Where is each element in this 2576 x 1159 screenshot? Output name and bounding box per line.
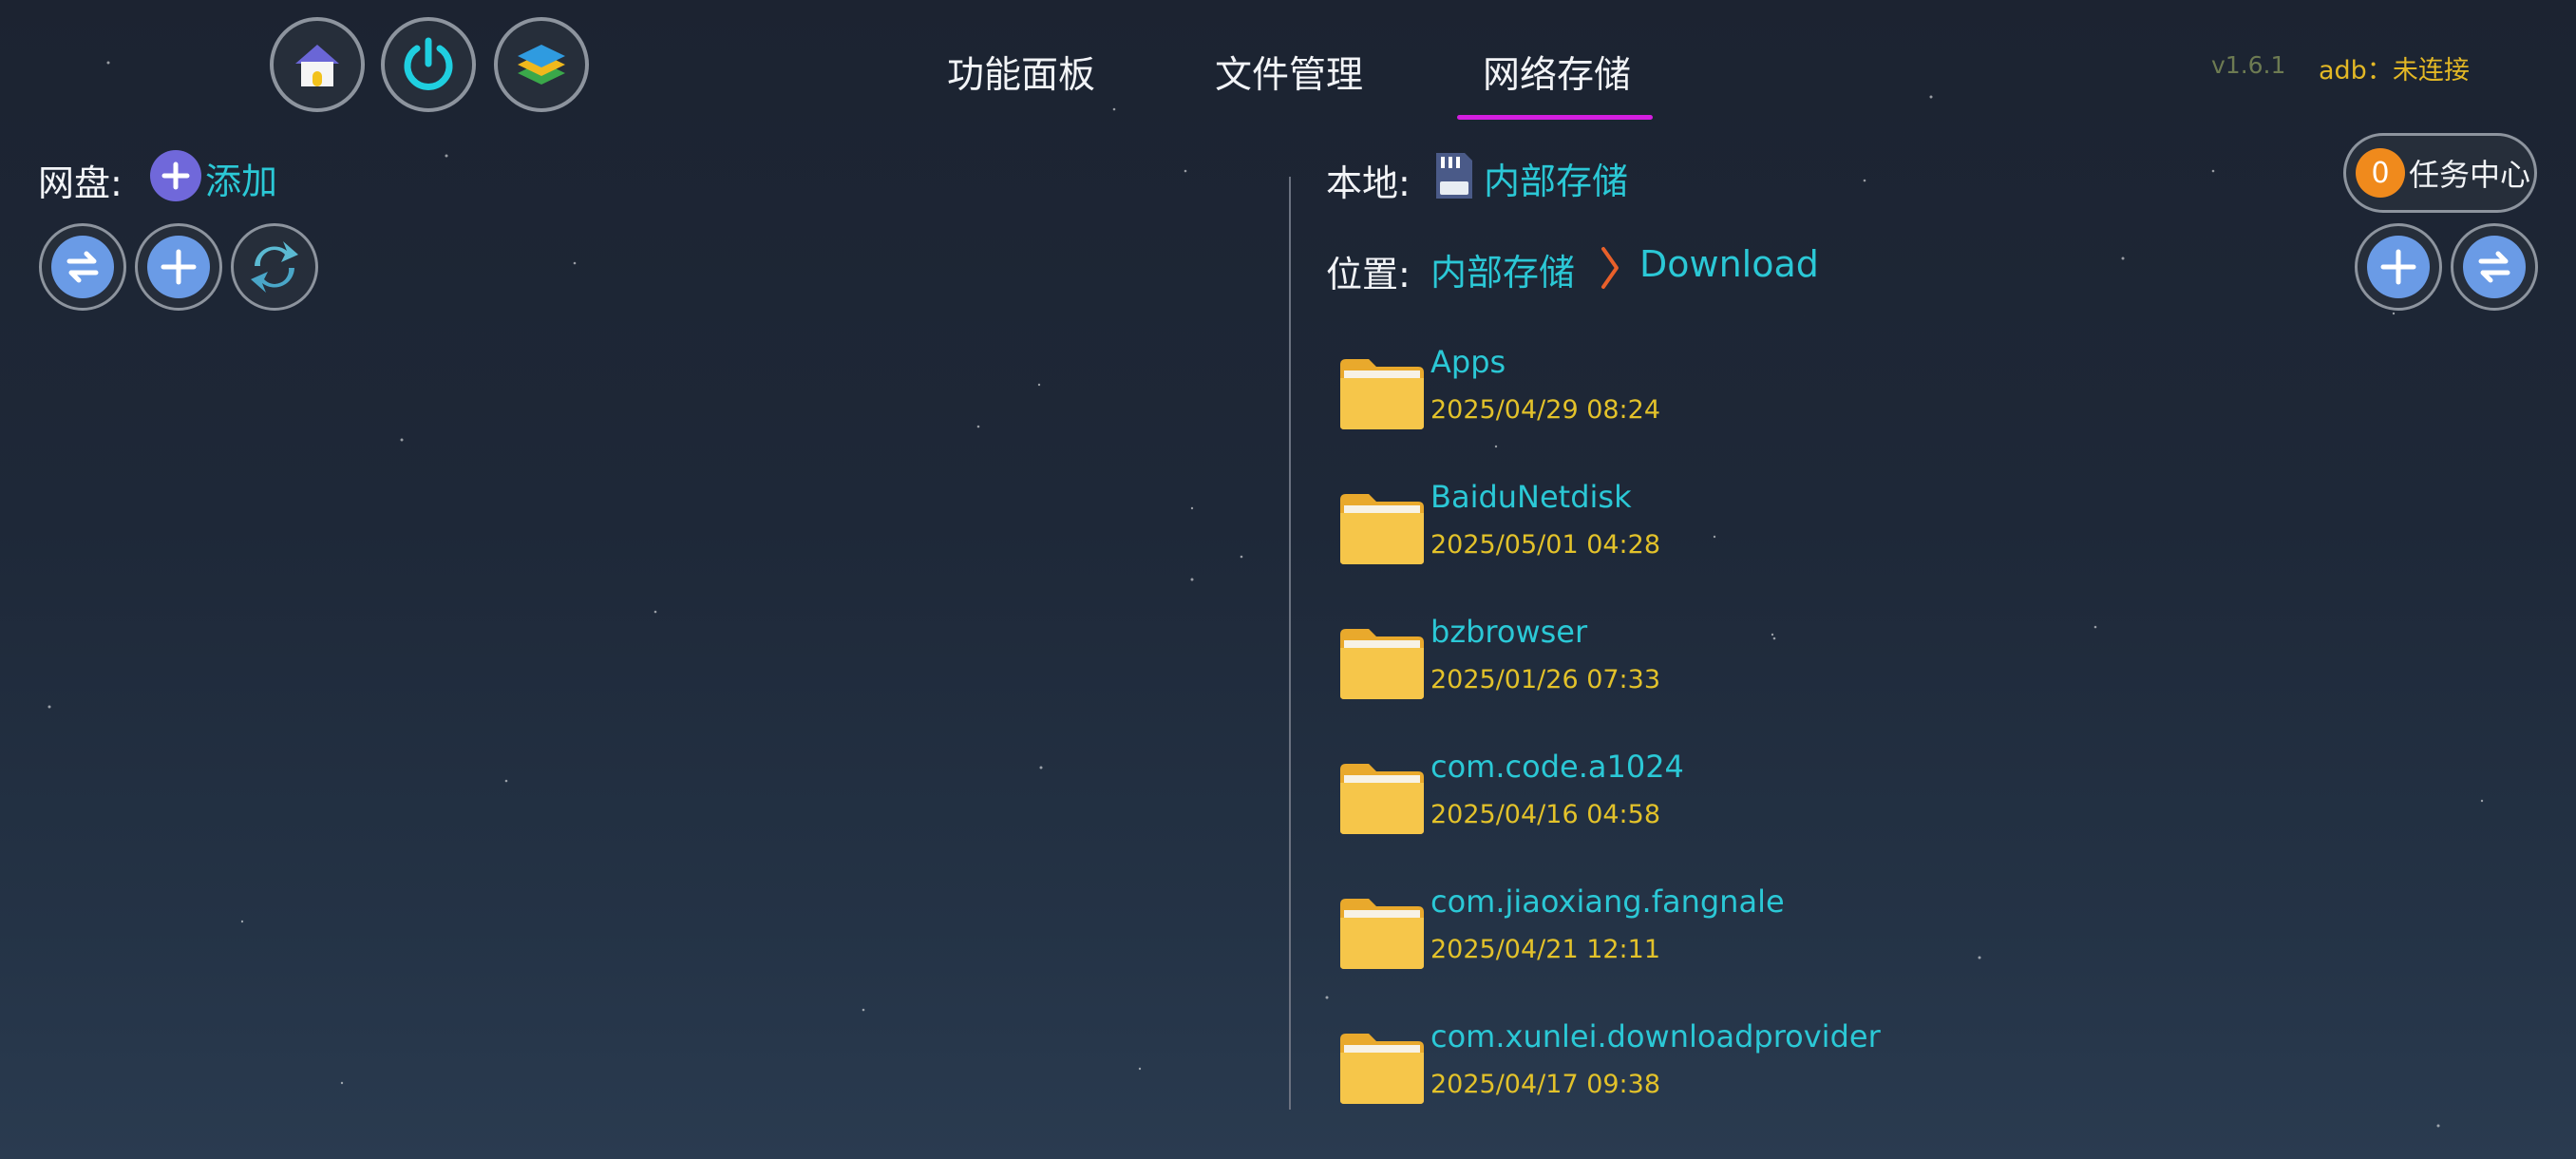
file-date: 2025/04/17 09:38	[1430, 1070, 1661, 1099]
file-name: Apps	[1430, 344, 1506, 380]
location-label: 位置:	[1326, 254, 1411, 295]
file-name: BaiduNetdisk	[1430, 479, 1632, 515]
file-name: bzbrowser	[1430, 614, 1588, 650]
local-label: 本地:	[1326, 162, 1411, 204]
file-row[interactable]: bzbrowser 2025/01/26 07:33	[1335, 614, 2474, 728]
tab-function-panel[interactable]: 功能面板	[947, 46, 1095, 99]
file-date: 2025/04/29 08:24	[1430, 395, 1661, 425]
file-date: 2025/04/16 04:58	[1430, 800, 1661, 829]
add-netdisk-icon[interactable]	[150, 150, 201, 201]
task-count-badge: 0	[2356, 148, 2405, 198]
task-center-label: 任务中心	[2409, 157, 2531, 193]
refresh-icon	[251, 241, 298, 293]
file-date: 2025/01/26 07:33	[1430, 665, 1661, 694]
left-add-button[interactable]	[135, 223, 222, 311]
folder-icon	[1340, 359, 1424, 429]
adb-status: adb：未连接	[2319, 56, 2470, 86]
plus-icon	[161, 249, 197, 285]
layers-button[interactable]	[494, 17, 589, 112]
breadcrumb-root[interactable]: 内部存储	[1430, 243, 1575, 295]
file-name: com.jiaoxiang.fangnale	[1430, 884, 1785, 920]
right-add-button[interactable]	[2355, 223, 2442, 311]
file-row[interactable]: com.xunlei.downloadprovider 2025/04/17 0…	[1335, 1018, 2474, 1132]
file-row[interactable]: com.code.a1024 2025/04/16 04:58	[1335, 749, 2474, 863]
folder-icon	[1340, 1034, 1424, 1104]
version-label: v1.6.1	[2211, 51, 2286, 79]
tab-network-storage[interactable]: 网络存储	[1483, 46, 1631, 99]
left-refresh-button[interactable]	[231, 223, 318, 311]
power-button[interactable]	[381, 17, 476, 112]
folder-icon	[1340, 494, 1424, 564]
folder-icon	[1340, 629, 1424, 699]
plus-icon	[161, 162, 190, 190]
folder-icon	[1340, 899, 1424, 969]
file-row[interactable]: Apps 2025/04/29 08:24	[1335, 344, 2474, 458]
breadcrumb-chevron-icon	[1601, 247, 1619, 289]
task-center-button[interactable]: 0 任务中心	[2343, 133, 2537, 213]
file-row[interactable]: com.jiaoxiang.fangnale 2025/04/21 12:11	[1335, 884, 2474, 998]
breadcrumb-current[interactable]: Download	[1639, 243, 1819, 285]
add-netdisk-link[interactable]: 添加	[205, 152, 277, 204]
tab-file-management[interactable]: 文件管理	[1215, 46, 1363, 99]
netdisk-label: 网盘:	[38, 162, 123, 204]
right-swap-button[interactable]	[2451, 223, 2538, 311]
plus-icon	[2380, 249, 2416, 285]
file-name: com.xunlei.downloadprovider	[1430, 1018, 1881, 1054]
swap-icon	[66, 251, 99, 283]
home-icon	[295, 45, 339, 86]
file-date: 2025/04/21 12:11	[1430, 935, 1661, 964]
active-tab-indicator	[1457, 115, 1653, 120]
file-name: com.code.a1024	[1430, 749, 1684, 785]
swap-icon	[2478, 251, 2510, 283]
pane-divider	[1289, 177, 1291, 1110]
file-row[interactable]: BaiduNetdisk 2025/05/01 04:28	[1335, 479, 2474, 593]
power-icon	[404, 37, 453, 90]
layers-icon	[518, 45, 565, 85]
folder-icon	[1340, 764, 1424, 834]
file-date: 2025/05/01 04:28	[1430, 530, 1661, 560]
storage-name[interactable]: 内部存储	[1484, 152, 1628, 204]
left-swap-button[interactable]	[39, 223, 126, 311]
home-button[interactable]	[270, 17, 365, 112]
sd-card-icon	[1436, 153, 1472, 199]
